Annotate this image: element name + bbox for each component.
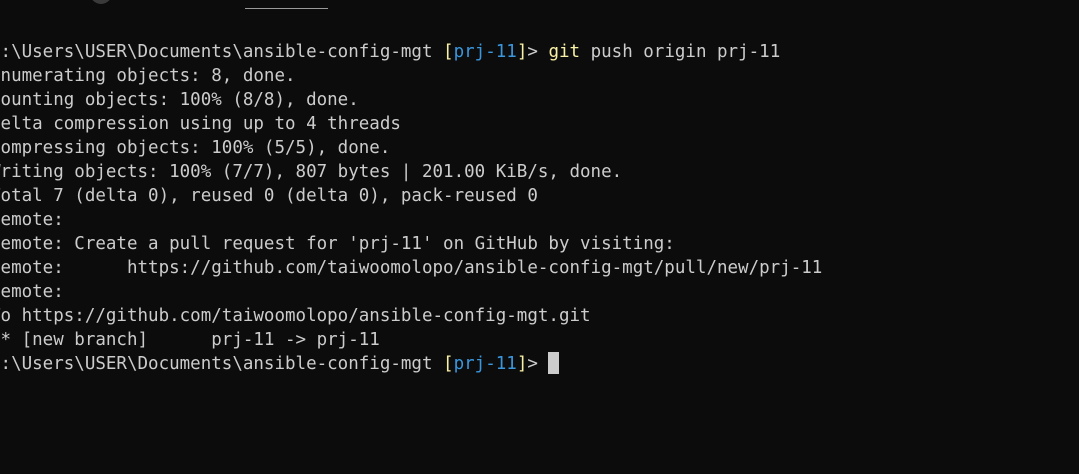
output-line: remote: https://github.com/taiwoomolopo/… (0, 258, 823, 278)
prompt-path: C:\Users\USER\Documents\ansible-config-m… (0, 354, 444, 374)
prompt-bracket-open: [ (443, 354, 454, 374)
prompt-branch: prj-11 (453, 354, 517, 374)
output-line: remote: (0, 210, 64, 230)
top-strip (0, 0, 1079, 12)
terminal-output: C:\Users\USER\Documents\ansible-config-m… (0, 40, 822, 376)
text-cursor[interactable] (547, 352, 559, 374)
prompt-branch: prj-11 (453, 42, 517, 62)
terminal-window[interactable]: C:\Users\USER\Documents\ansible-config-m… (0, 0, 1079, 474)
prompt-line-2[interactable]: C:\Users\USER\Documents\ansible-config-m… (0, 352, 822, 376)
output-line: remote: Create a pull request for 'prj-1… (0, 234, 675, 254)
prompt-gt: > (527, 42, 549, 62)
tab-edge-icon (90, 0, 112, 4)
output-line: Total 7 (delta 0), reused 0 (delta 0), p… (0, 186, 538, 206)
output-line: * [new branch] prj-11 -> prj-11 (0, 330, 380, 350)
output-line: remote: (0, 282, 64, 302)
prompt-bracket-open: [ (443, 42, 454, 62)
prompt-path: C:\Users\USER\Documents\ansible-config-m… (0, 42, 444, 62)
output-line: Writing objects: 100% (7/7), 807 bytes |… (0, 162, 623, 182)
prompt-gt: > (527, 354, 538, 374)
output-line: Delta compression using up to 4 threads (0, 114, 401, 134)
prompt-bracket-close: ] (516, 42, 528, 62)
active-tab-underline (245, 8, 328, 9)
command-args: push origin prj-11 (580, 42, 781, 62)
output-line: Counting objects: 100% (8/8), done. (0, 90, 359, 110)
output-line: Compressing objects: 100% (5/5), done. (0, 138, 391, 158)
command-git: git (548, 42, 581, 62)
prompt-line-1: C:\Users\USER\Documents\ansible-config-m… (0, 40, 822, 64)
output-line: To https://github.com/taiwoomolopo/ansib… (0, 306, 591, 326)
prompt-bracket-close: ] (516, 354, 528, 374)
output-line: Enumerating objects: 8, done. (0, 66, 296, 86)
